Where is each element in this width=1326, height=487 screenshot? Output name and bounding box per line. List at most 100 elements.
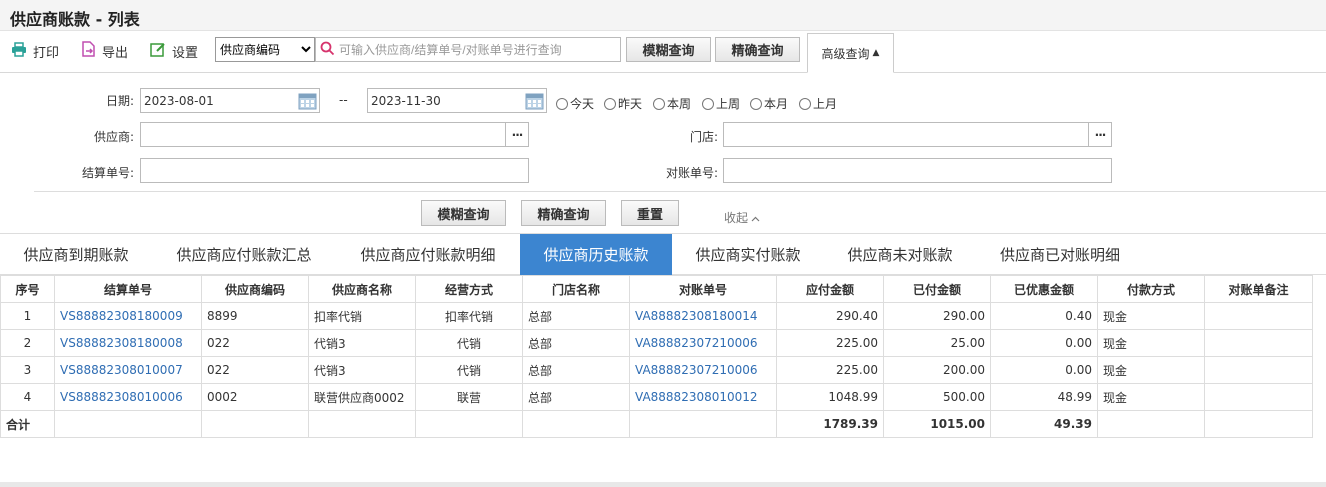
store-field[interactable]: ···: [723, 122, 1112, 147]
col-header[interactable]: 门店名称: [522, 275, 630, 303]
settings-button[interactable]: 设置: [150, 41, 198, 61]
total-discount: 49.39: [990, 410, 1098, 438]
total-cell: [54, 410, 202, 438]
radio-last-month[interactable]: 上月: [799, 95, 837, 112]
cell-recon-no[interactable]: VA88882308010012: [629, 383, 777, 411]
search-input[interactable]: [335, 38, 620, 61]
tab-due-accounts[interactable]: 供应商到期账款: [0, 234, 152, 275]
caret-up-icon: ▲: [872, 48, 880, 58]
supplier-picker-button[interactable]: ···: [505, 123, 528, 146]
cell-settle-no[interactable]: VS88882308180008: [54, 329, 202, 357]
col-header[interactable]: 付款方式: [1097, 275, 1205, 303]
radio-this-week[interactable]: 本周: [653, 95, 691, 112]
cell-settle-no[interactable]: VS88882308010007: [54, 356, 202, 384]
cell-paid: 25.00: [883, 329, 991, 357]
tab-history-accounts[interactable]: 供应商历史账款: [520, 234, 672, 275]
form-divider: [34, 191, 1326, 192]
col-header[interactable]: 应付金额: [776, 275, 884, 303]
tab-unreconciled[interactable]: 供应商未对账款: [824, 234, 976, 275]
table-row[interactable]: 1 VS88882308180009 8899 扣率代销 扣率代销 总部 VA8…: [0, 302, 1313, 330]
total-cell: [1097, 410, 1205, 438]
tab-payable-detail[interactable]: 供应商应付账款明细: [336, 234, 520, 275]
cell-index: 1: [0, 302, 55, 330]
col-header[interactable]: 对账单号: [629, 275, 777, 303]
cell-supplier-name: 代销3: [308, 329, 416, 357]
col-header[interactable]: 序号: [0, 275, 55, 303]
search-icon: [320, 41, 335, 59]
col-header[interactable]: 经营方式: [415, 275, 523, 303]
date-from-value: 2023-08-01: [144, 93, 214, 108]
search-field-select[interactable]: 供应商编码: [215, 37, 315, 62]
total-paid: 1015.00: [883, 410, 991, 438]
export-button[interactable]: 导出: [81, 41, 128, 61]
edit-icon: [150, 41, 166, 61]
col-header[interactable]: 对账单备注: [1204, 275, 1313, 303]
calendar-icon[interactable]: [298, 92, 317, 113]
tab-bar: 供应商到期账款 供应商应付账款汇总 供应商应付账款明细 供应商历史账款 供应商实…: [0, 233, 1326, 275]
cell-supplier-name: 联营供应商0002: [308, 383, 416, 411]
col-header[interactable]: 结算单号: [54, 275, 202, 303]
recon-no-field[interactable]: [723, 158, 1112, 183]
total-cell: [522, 410, 630, 438]
cell-settle-no[interactable]: VS88882308010006: [54, 383, 202, 411]
printer-icon: [11, 41, 27, 61]
cell-supplier-code: 0002: [201, 383, 309, 411]
collapse-label: 收起: [724, 211, 749, 225]
exact-search-button[interactable]: 精确查询: [715, 37, 800, 62]
total-row: 合计 1789.39 1015.00 49.39: [0, 410, 1313, 438]
table-row[interactable]: 4 VS88882308010006 0002 联营供应商0002 联营 总部 …: [0, 383, 1313, 411]
reset-button[interactable]: 重置: [621, 200, 679, 226]
col-header[interactable]: 已付金额: [883, 275, 991, 303]
total-cell: [201, 410, 309, 438]
cell-pay-method: 现金: [1097, 356, 1205, 384]
cell-store: 总部: [522, 302, 630, 330]
col-header[interactable]: 供应商名称: [308, 275, 416, 303]
tab-reconciled-detail[interactable]: 供应商已对账明细: [976, 234, 1144, 275]
cell-supplier-name: 代销3: [308, 356, 416, 384]
cell-paid: 290.00: [883, 302, 991, 330]
table-row[interactable]: 3 VS88882308010007 022 代销3 代销 总部 VA88882…: [0, 356, 1313, 384]
fuzzy-search-button[interactable]: 模糊查询: [626, 37, 711, 62]
table-row[interactable]: 2 VS88882308180008 022 代销3 代销 总部 VA88882…: [0, 329, 1313, 357]
radio-today[interactable]: 今天: [556, 95, 594, 112]
store-picker-button[interactable]: ···: [1088, 123, 1111, 146]
cell-recon-no[interactable]: VA88882308180014: [629, 302, 777, 330]
cell-settle-no[interactable]: VS88882308180009: [54, 302, 202, 330]
form-fuzzy-button[interactable]: 模糊查询: [421, 200, 506, 226]
form-exact-button[interactable]: 精确查询: [521, 200, 606, 226]
settings-label: 设置: [172, 45, 199, 61]
cell-mode: 代销: [415, 329, 523, 357]
cell-paid: 500.00: [883, 383, 991, 411]
horizontal-scrollbar[interactable]: [0, 482, 1326, 487]
supplier-field[interactable]: ···: [140, 122, 529, 147]
cell-pay-method: 现金: [1097, 383, 1205, 411]
toolbar: 打印 导出 设置 供应商编码 模糊查询 精确查询 高级查询 ▲: [0, 32, 1326, 73]
date-from-field[interactable]: 2023-08-01: [140, 88, 320, 113]
cell-recon-no[interactable]: VA88882307210006: [629, 329, 777, 357]
date-to-field[interactable]: 2023-11-30: [367, 88, 547, 113]
cell-supplier-code: 022: [201, 356, 309, 384]
cell-remark: [1204, 302, 1313, 330]
col-header[interactable]: 供应商编码: [201, 275, 309, 303]
settle-no-field[interactable]: [140, 158, 529, 183]
date-label: 日期:: [105, 94, 134, 108]
date-to-value: 2023-11-30: [371, 93, 441, 108]
cell-supplier-name: 扣率代销: [308, 302, 416, 330]
page-title: 供应商账款 - 列表: [10, 10, 140, 29]
total-cell: [629, 410, 777, 438]
radio-last-week[interactable]: 上周: [702, 95, 740, 112]
advanced-search-toggle[interactable]: 高级查询 ▲: [807, 33, 894, 73]
tab-paid-accounts[interactable]: 供应商实付账款: [672, 234, 824, 275]
collapse-link[interactable]: 收起: [724, 209, 760, 226]
calendar-icon[interactable]: [525, 92, 544, 113]
cell-pay-method: 现金: [1097, 329, 1205, 357]
total-cell: [308, 410, 416, 438]
col-header[interactable]: 已优惠金额: [990, 275, 1098, 303]
radio-yesterday[interactable]: 昨天: [604, 95, 642, 112]
cell-index: 2: [0, 329, 55, 357]
print-button[interactable]: 打印: [11, 41, 59, 61]
tab-payable-summary[interactable]: 供应商应付账款汇总: [152, 234, 336, 275]
cell-mode: 扣率代销: [415, 302, 523, 330]
radio-this-month[interactable]: 本月: [750, 95, 788, 112]
cell-recon-no[interactable]: VA88882307210006: [629, 356, 777, 384]
